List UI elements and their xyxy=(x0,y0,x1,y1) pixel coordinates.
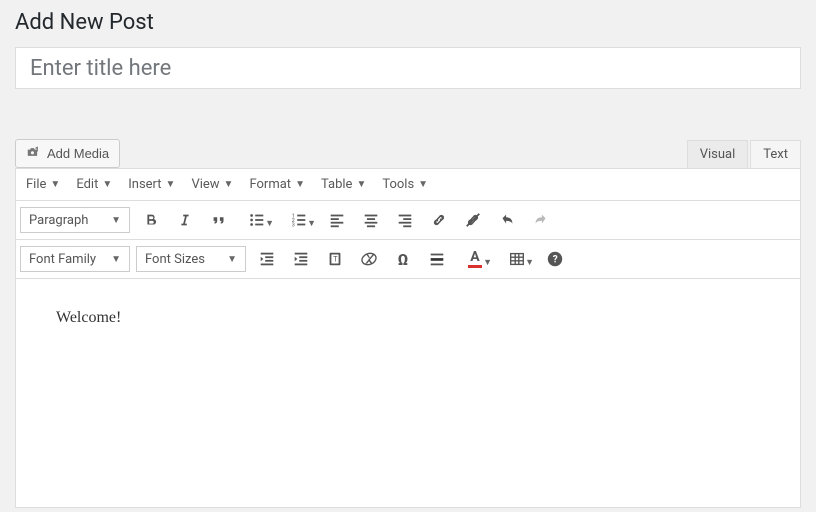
paste-text-button[interactable]: T xyxy=(320,244,350,274)
menu-file-label: File xyxy=(26,177,46,192)
indent-button[interactable] xyxy=(286,244,316,274)
title-input[interactable] xyxy=(15,47,801,89)
menu-tools[interactable]: Tools ▼ xyxy=(376,173,434,196)
bold-button[interactable] xyxy=(136,205,166,235)
redo-button[interactable] xyxy=(526,205,556,235)
chevron-down-icon: ▼ xyxy=(111,215,121,226)
chevron-down-icon: ▼ xyxy=(525,257,534,268)
camera-music-icon xyxy=(26,145,42,162)
svg-text:?: ? xyxy=(553,255,558,266)
text-color-button[interactable]: A ▼ xyxy=(456,244,494,274)
italic-button[interactable] xyxy=(170,205,200,235)
chevron-down-icon: ▼ xyxy=(418,179,428,190)
font-family-dropdown[interactable]: Font Family ▼ xyxy=(20,246,130,272)
chevron-down-icon: ▼ xyxy=(483,257,492,268)
horizontal-line-button[interactable] xyxy=(422,244,452,274)
menu-file[interactable]: File ▼ xyxy=(20,173,66,196)
outdent-button[interactable] xyxy=(252,244,282,274)
table-button[interactable]: ▼ xyxy=(498,244,536,274)
svg-text:T: T xyxy=(333,255,338,264)
page-title: Add New Post xyxy=(15,10,801,35)
align-left-button[interactable] xyxy=(322,205,352,235)
clear-formatting-button[interactable] xyxy=(354,244,384,274)
menu-format[interactable]: Format ▼ xyxy=(243,173,311,196)
font-family-label: Font Family xyxy=(29,252,96,267)
chevron-down-icon: ▼ xyxy=(356,179,366,190)
menu-tools-label: Tools xyxy=(382,177,414,192)
chevron-down-icon: ▼ xyxy=(166,179,176,190)
add-media-button[interactable]: Add Media xyxy=(15,139,120,168)
menu-insert-label: Insert xyxy=(128,177,161,192)
tab-text[interactable]: Text xyxy=(750,140,801,168)
numbered-list-button[interactable]: 123▼ xyxy=(280,205,318,235)
tab-visual[interactable]: Visual xyxy=(687,140,749,168)
text-color-icon: A xyxy=(468,250,482,268)
menu-table[interactable]: Table ▼ xyxy=(315,173,372,196)
menu-format-label: Format xyxy=(249,177,291,192)
blockquote-button[interactable] xyxy=(204,205,234,235)
menu-view-label: View xyxy=(191,177,219,192)
editor-toolbar-row-1: Paragraph ▼ ▼ 123▼ xyxy=(15,200,801,239)
align-center-button[interactable] xyxy=(356,205,386,235)
menu-insert[interactable]: Insert ▼ xyxy=(122,173,181,196)
unlink-button[interactable] xyxy=(458,205,488,235)
paragraph-format-dropdown[interactable]: Paragraph ▼ xyxy=(20,207,130,233)
font-sizes-label: Font Sizes xyxy=(145,252,205,267)
chevron-down-icon: ▼ xyxy=(227,254,237,265)
menu-edit-label: Edit xyxy=(76,177,98,192)
editor-content-area[interactable]: Welcome! xyxy=(15,278,801,508)
svg-text:3: 3 xyxy=(292,222,295,228)
chevron-down-icon: ▼ xyxy=(265,218,274,229)
editor-menubar: File ▼ Edit ▼ Insert ▼ View ▼ Format ▼ Table ▼… xyxy=(15,168,801,200)
chevron-down-icon: ▼ xyxy=(111,254,121,265)
undo-button[interactable] xyxy=(492,205,522,235)
paragraph-format-label: Paragraph xyxy=(29,213,88,228)
bullet-list-button[interactable]: ▼ xyxy=(238,205,276,235)
editor-toolbar-row-2: Font Family ▼ Font Sizes ▼ T Ω A ▼ ▼ ? xyxy=(15,239,801,278)
menu-edit[interactable]: Edit ▼ xyxy=(70,173,118,196)
chevron-down-icon: ▼ xyxy=(224,179,234,190)
chevron-down-icon: ▼ xyxy=(295,179,305,190)
chevron-down-icon: ▼ xyxy=(50,179,60,190)
add-media-label: Add Media xyxy=(47,146,109,161)
special-character-button[interactable]: Ω xyxy=(388,244,418,274)
font-sizes-dropdown[interactable]: Font Sizes ▼ xyxy=(136,246,246,272)
menu-table-label: Table xyxy=(321,177,352,192)
link-button[interactable] xyxy=(424,205,454,235)
chevron-down-icon: ▼ xyxy=(307,218,316,229)
menu-view[interactable]: View ▼ xyxy=(185,173,239,196)
chevron-down-icon: ▼ xyxy=(102,179,112,190)
help-button[interactable]: ? xyxy=(540,244,570,274)
content-text: Welcome! xyxy=(56,309,121,326)
align-right-button[interactable] xyxy=(390,205,420,235)
